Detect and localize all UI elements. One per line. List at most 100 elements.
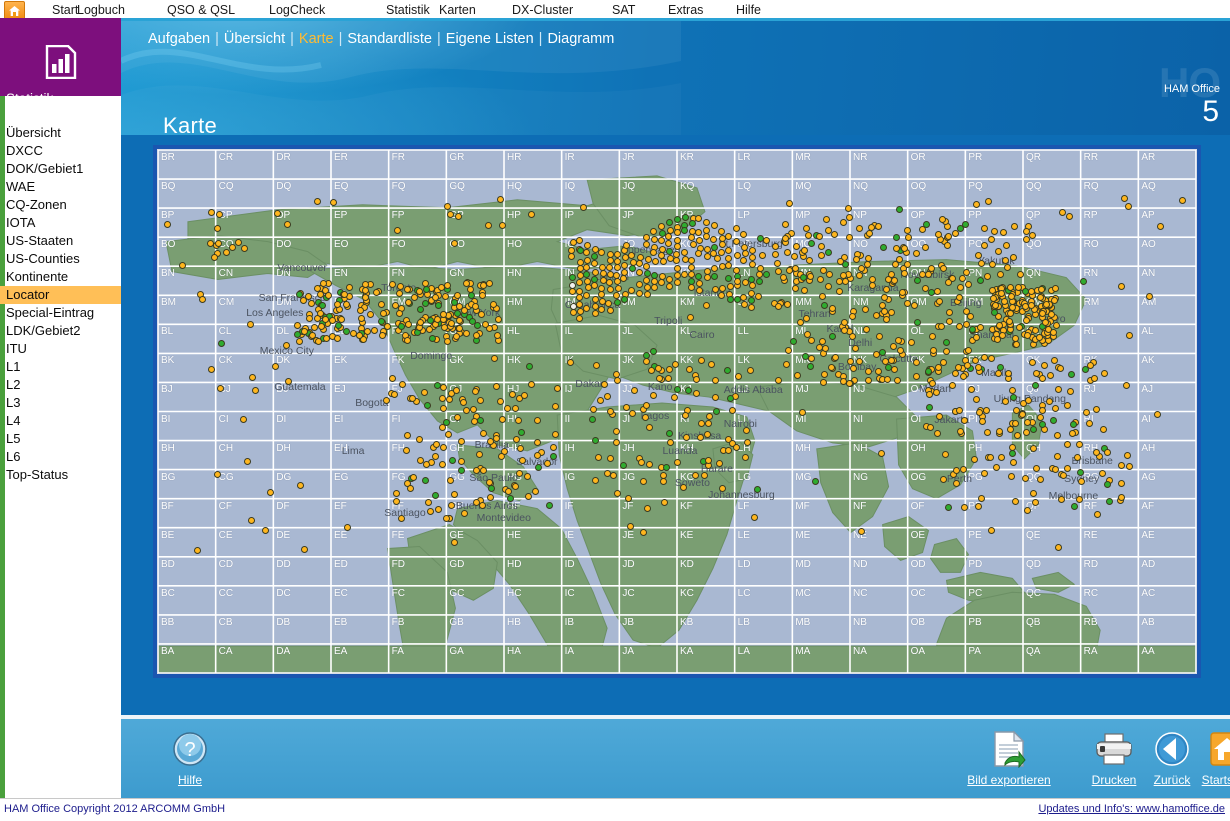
top-menu-item-extras[interactable]: Extras (668, 1, 703, 19)
top-menu-item-dx-cluster[interactable]: DX-Cluster (512, 1, 573, 19)
top-menu-item-logbuch[interactable]: Logbuch (77, 1, 125, 19)
sidebar-item-bersicht[interactable]: Übersicht (0, 124, 121, 142)
qso-marker (373, 288, 380, 296)
sidebar-item-ldk-gebiet2[interactable]: LDK/Gebiet2 (0, 322, 121, 340)
nav-link-aufgaben[interactable]: Aufgaben (148, 31, 210, 47)
qso-marker (1011, 419, 1019, 427)
qso-marker (907, 339, 915, 346)
sidebar-item-l3[interactable]: L3 (0, 394, 121, 412)
qso-marker (512, 435, 520, 443)
qso-marker (790, 253, 798, 260)
locator-world-map[interactable]: BR CR DR ER FR GR HR IR JR KR LR MR NR OR PR QR RR AR BQ CQ… (157, 149, 1197, 674)
top-menu-item-logcheck[interactable]: LogCheck (269, 1, 325, 19)
sidebar-item-l6[interactable]: L6 (0, 448, 121, 466)
qso-marker (511, 404, 519, 412)
top-menu-item-sat[interactable]: SAT (612, 1, 635, 19)
sidebar-item-wae[interactable]: WAE (0, 178, 121, 196)
qso-marker (715, 459, 723, 467)
home-label: Startseite (1201, 773, 1230, 787)
qso-marker (650, 235, 658, 243)
sidebar-item-l1[interactable]: L1 (0, 358, 121, 376)
qso-marker (1008, 304, 1016, 312)
qso-marker (997, 270, 1005, 278)
qso-marker (978, 494, 986, 502)
help-button[interactable]: ? Hilfe (147, 719, 233, 798)
qso-marker (499, 221, 507, 229)
qso-marker (831, 230, 839, 238)
top-menu-item-statistik[interactable]: Statistik (386, 1, 430, 19)
sidebar-item-itu[interactable]: ITU (0, 340, 121, 358)
top-menu-item-start[interactable]: Start (52, 1, 78, 19)
qso-marker (435, 505, 443, 513)
qso-marker (744, 438, 752, 446)
qso-marker (878, 302, 886, 309)
qso-marker (607, 454, 615, 462)
home-button[interactable]: Startseite (1184, 719, 1230, 798)
qso-marker (972, 356, 980, 364)
qso-marker (742, 427, 750, 435)
qso-marker (1021, 302, 1029, 310)
qso-marker (1011, 497, 1019, 505)
qso-marker (423, 402, 431, 409)
sidebar-item-dxcc[interactable]: DXCC (0, 142, 121, 160)
nav-link-diagramm[interactable]: Diagramm (547, 31, 614, 47)
sidebar-item-l5[interactable]: L5 (0, 430, 121, 448)
qso-marker (1018, 411, 1026, 418)
qso-marker (441, 293, 449, 301)
qso-marker (346, 283, 354, 291)
qso-marker (655, 375, 663, 382)
sidebar-item-us-staaten[interactable]: US-Staaten (0, 232, 121, 250)
qso-marker (282, 341, 290, 349)
qso-marker (333, 300, 341, 308)
qso-marker (942, 339, 950, 347)
sidebar-item-dok-gebiet1[interactable]: DOK/Gebiet1 (0, 160, 121, 178)
qso-marker (749, 281, 756, 289)
top-menu-item-karten[interactable]: Karten (439, 1, 476, 19)
qso-marker (486, 280, 493, 287)
sidebar-item-top-status[interactable]: Top-Status (0, 466, 121, 484)
qso-marker (210, 254, 218, 262)
sidebar-item-l4[interactable]: L4 (0, 412, 121, 430)
qso-marker (801, 246, 809, 254)
sidebar-item-iota[interactable]: IOTA (0, 214, 121, 232)
export-image-label: Bild exportieren (967, 773, 1051, 787)
sidebar-item-us-counties[interactable]: US-Counties (0, 250, 121, 268)
qso-marker (771, 251, 779, 258)
qso-marker (702, 233, 710, 240)
qso-marker (831, 354, 839, 362)
qso-marker (665, 247, 673, 255)
sidebar-item-cq-zonen[interactable]: CQ-Zonen (0, 196, 121, 214)
nav-link-übersicht[interactable]: Übersicht (224, 31, 285, 47)
qso-marker (839, 271, 847, 279)
qso-marker (821, 345, 829, 352)
export-image-button[interactable]: Bild exportieren (949, 719, 1069, 798)
qso-marker (939, 265, 947, 272)
qso-marker (1022, 227, 1030, 235)
sidebar-item-locator[interactable]: Locator (0, 286, 121, 304)
qso-marker (1038, 374, 1046, 382)
nav-link-karte[interactable]: Karte (299, 31, 334, 47)
qso-marker (926, 423, 934, 431)
nav-link-eigene-listen[interactable]: Eigene Listen (446, 31, 534, 47)
qso-marker (1024, 396, 1032, 404)
sidebar-item-l2[interactable]: L2 (0, 376, 121, 394)
sidebar-item-kontinente[interactable]: Kontinente (0, 268, 121, 286)
sidebar-item-special-eintrag[interactable]: Special-Eintrag (0, 304, 121, 322)
qso-marker (1056, 365, 1064, 373)
top-menu-item-qso-qsl[interactable]: QSO & QSL (167, 1, 235, 19)
page-title: Karte (163, 113, 218, 138)
qso-marker (644, 504, 651, 512)
qso-marker (817, 251, 825, 259)
qso-marker (521, 391, 529, 399)
qso-marker (1002, 256, 1010, 264)
nav-link-standardliste[interactable]: Standardliste (347, 31, 432, 47)
qso-marker (300, 328, 308, 336)
qso-marker (1069, 420, 1077, 428)
top-menu-item-hilfe[interactable]: Hilfe (736, 1, 761, 19)
qso-marker (673, 229, 681, 237)
qso-marker (575, 315, 583, 323)
updates-link[interactable]: Updates und Info's: www.hamoffice.de (1038, 803, 1225, 815)
qso-marker (845, 234, 853, 241)
qso-marker (1051, 285, 1059, 293)
qso-marker (420, 388, 428, 396)
